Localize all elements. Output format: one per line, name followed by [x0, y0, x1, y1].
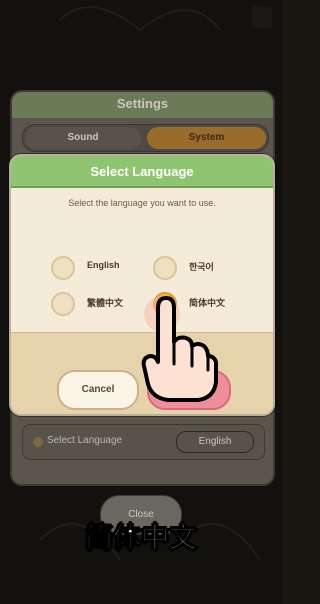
radio-icon: [153, 256, 177, 280]
radio-icon: [51, 256, 75, 280]
language-option-label: 繁體中文: [87, 298, 124, 308]
language-option-korean[interactable]: 한국어: [153, 256, 253, 280]
language-setting-button[interactable]: English: [176, 431, 254, 453]
cancel-button[interactable]: Cancel: [57, 370, 139, 410]
language-option-label: English: [87, 260, 120, 270]
settings-title: Settings: [116, 96, 169, 111]
language-option-english[interactable]: English: [51, 256, 151, 280]
dialog-title: Select Language: [90, 164, 194, 179]
caption-text: 简体中文: [84, 522, 197, 554]
language-option-traditional-chinese[interactable]: 繁體中文: [51, 292, 151, 316]
language-setting-row: Select Language English: [22, 424, 265, 460]
language-option-label: 한국어: [189, 262, 214, 272]
dialog-subtitle: Select the language you want to use.: [68, 198, 216, 208]
language-setting-label: Select Language: [47, 435, 123, 446]
tab-sound[interactable]: Sound: [25, 127, 141, 149]
hand-pointer-icon: [141, 296, 218, 402]
tab-system[interactable]: System: [147, 127, 266, 149]
settings-tabbar: Sound System: [22, 124, 269, 152]
radio-icon: [51, 292, 75, 316]
bullet-icon: [33, 437, 43, 447]
